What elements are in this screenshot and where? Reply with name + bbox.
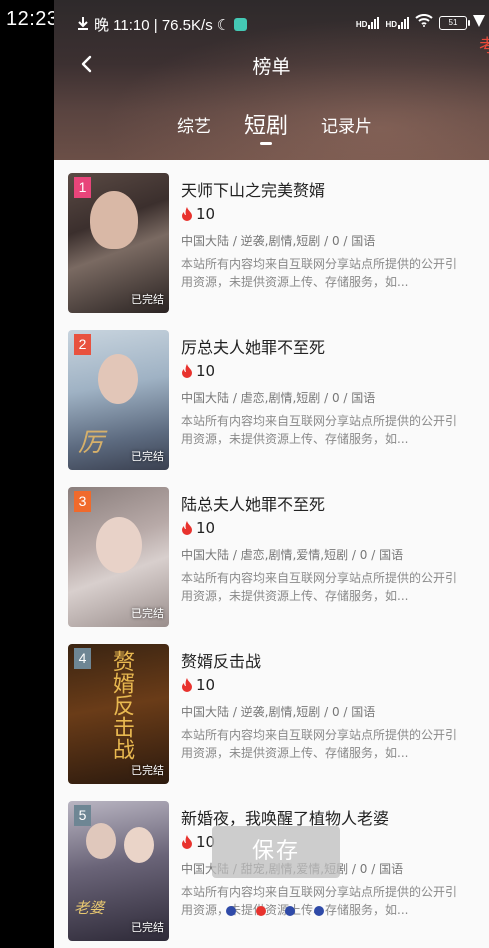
top-navigation: 榜单 <box>54 44 489 86</box>
download-icon <box>76 16 90 34</box>
list-item[interactable]: 厉 2 已完结 厉总夫人她罪不至死 10 中国大陆 / 虐恋,剧情,短剧 / 0… <box>54 317 489 474</box>
score-value: 10 <box>196 676 216 694</box>
drama-description: 本站所有内容均来自互联网分享站点所提供的公开引用资源，未提供资源上传、存储服务，… <box>181 571 458 603</box>
drama-description: 本站所有内容均来自互联网分享站点所提供的公开引用资源，未提供资源上传、存储服务，… <box>181 257 458 289</box>
poster-image[interactable]: 厉 2 已完结 <box>68 330 169 470</box>
app-screen: 晚 11:10 | 76.5K/s ☾ HD HD 51 榜单 考 综艺 短剧 … <box>54 0 489 948</box>
score-value: 10 <box>196 362 216 380</box>
drama-title[interactable]: 天师下山之完美赘婿 <box>181 177 325 201</box>
category-tabs: 综艺 短剧 记录片 <box>54 106 489 146</box>
completed-label: 已完结 <box>131 921 164 934</box>
score: 10 <box>181 676 215 694</box>
flame-icon <box>182 678 192 692</box>
active-tab-indicator <box>260 142 272 145</box>
rank-badge: 5 <box>74 805 91 826</box>
score: 10 <box>181 205 215 223</box>
tab-short-drama[interactable]: 短剧 <box>244 108 288 140</box>
rank-badge: 4 <box>74 648 91 669</box>
signal-2-icon: HD <box>385 16 409 29</box>
rank-badge: 3 <box>74 491 91 512</box>
drama-description: 本站所有内容均来自互联网分享站点所提供的公开引用资源，未提供资源上传、存储服务，… <box>181 728 458 760</box>
page-title: 榜单 <box>252 56 291 78</box>
drama-description: 本站所有内容均来自互联网分享站点所提供的公开引用资源，未提供资源上传、存储服务，… <box>181 414 458 446</box>
list-item[interactable]: 3 已完结 陆总夫人她罪不至死 10 中国大陆 / 虐恋,剧情,爱情,短剧 / … <box>54 474 489 631</box>
status-left: 晚 11:10 | 76.5K/s ☾ <box>76 14 248 35</box>
rank-badge: 2 <box>74 334 91 355</box>
list-item[interactable]: 赘婿反击战 4 已完结 赘婿反击战 10 中国大陆 / 逆袭,剧情,短剧 / 0… <box>54 631 489 788</box>
battery-icon: 51 <box>439 15 470 30</box>
score: 10 <box>181 519 215 537</box>
flame-icon <box>182 207 192 221</box>
tab-documentary[interactable]: 记录片 <box>321 112 372 137</box>
poster-figure <box>90 191 138 249</box>
indicator-dot[interactable] <box>314 906 324 916</box>
indicator-dot[interactable] <box>285 906 295 916</box>
score: 10 <box>181 833 215 851</box>
drama-meta: 中国大陆 / 虐恋,剧情,爱情,短剧 / 0 / 国语 <box>181 548 404 562</box>
status-bar: 晚 11:10 | 76.5K/s ☾ HD HD 51 <box>54 0 489 44</box>
completed-label: 已完结 <box>131 450 164 463</box>
poster-image[interactable]: 3 已完结 <box>68 487 169 627</box>
edge-cutoff-text: 考 <box>479 36 489 57</box>
drama-title[interactable]: 厉总夫人她罪不至死 <box>181 334 325 358</box>
indicator-dot-active[interactable] <box>256 906 266 916</box>
flame-icon <box>182 521 192 535</box>
completed-label: 已完结 <box>131 764 164 777</box>
system-clock: 12:23 <box>6 8 59 30</box>
save-button[interactable]: 保存 <box>212 826 340 878</box>
left-black-strip <box>0 0 54 948</box>
drama-title[interactable]: 赘婿反击战 <box>181 648 261 672</box>
score-value: 10 <box>196 205 216 223</box>
signal-1-icon: HD <box>356 16 380 29</box>
poster-image[interactable]: 赘婿反击战 4 已完结 <box>68 644 169 784</box>
status-time-speed: 晚 11:10 | 76.5K/s <box>94 17 213 34</box>
completed-label: 已完结 <box>131 293 164 306</box>
status-right: HD HD 51 <box>356 14 485 31</box>
drama-title[interactable]: 陆总夫人她罪不至死 <box>181 491 325 515</box>
drama-meta: 中国大陆 / 虐恋,剧情,短剧 / 0 / 国语 <box>181 391 376 405</box>
drama-meta: 中国大陆 / 逆袭,剧情,短剧 / 0 / 国语 <box>181 234 376 248</box>
list-item[interactable]: 1 已完结 天师下山之完美赘婿 10 中国大陆 / 逆袭,剧情,短剧 / 0 /… <box>54 160 489 317</box>
score: 10 <box>181 362 215 380</box>
signal-edge-icon <box>473 14 485 31</box>
tab-variety[interactable]: 综艺 <box>177 112 211 137</box>
moon-icon: ☾ <box>216 16 231 34</box>
drama-meta: 中国大陆 / 逆袭,剧情,短剧 / 0 / 国语 <box>181 705 376 719</box>
flame-icon <box>182 835 192 849</box>
poster-image[interactable]: 1 已完结 <box>68 173 169 313</box>
wifi-icon <box>415 14 433 31</box>
flame-icon <box>182 364 192 378</box>
indicator-dot[interactable] <box>226 906 236 916</box>
poster-image[interactable]: 老婆 5 已完结 <box>68 801 169 941</box>
app-notification-icon <box>234 18 248 31</box>
score-value: 10 <box>196 519 216 537</box>
completed-label: 已完结 <box>131 607 164 620</box>
rank-badge: 1 <box>74 177 91 198</box>
